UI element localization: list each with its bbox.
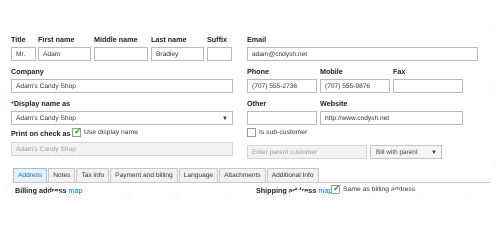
use-display-name-label: Use display name (84, 129, 139, 136)
tab-divider (13, 182, 491, 183)
other-label: Other (247, 99, 267, 108)
title-input[interactable]: Mr. (11, 47, 36, 61)
mobile-label: Mobile (320, 67, 343, 76)
website-label: Website (320, 99, 348, 108)
tab-additional-info[interactable]: Additional Info (266, 168, 319, 183)
first-name-input[interactable]: Adam (38, 47, 91, 61)
tab-attachments[interactable]: Attachments (219, 168, 266, 183)
last-name-input[interactable]: Bradley (151, 47, 204, 61)
fax-label: Fax (393, 67, 406, 76)
display-name-value: Adam's Candy Shop (16, 115, 76, 122)
tab-language[interactable]: Language (178, 168, 219, 183)
print-on-check-input[interactable]: Adam's Candy Shop (11, 142, 233, 156)
same-as-billing-label: Same as billing address (343, 186, 416, 193)
shipping-address-label: Shipping address map (256, 186, 333, 195)
other-input[interactable] (247, 111, 317, 125)
mobile-input[interactable]: (707) 555-9876 (320, 79, 390, 93)
display-name-label: *Display name as (11, 99, 71, 108)
parent-customer-input[interactable]: Enter parent customer (247, 145, 367, 159)
tab-tax-info[interactable]: Tax info (76, 168, 110, 183)
suffix-input[interactable] (207, 47, 232, 61)
chevron-down-icon: ▼ (431, 150, 437, 156)
email-label: Email (247, 35, 267, 44)
customer-form: Title First name Middle name Last name S… (6, 22, 494, 198)
company-label: Company (11, 67, 44, 76)
phone-input[interactable]: (707) 555-2736 (247, 79, 317, 93)
last-name-label: Last name (151, 35, 187, 44)
bill-with-parent-select[interactable]: Bill with parent ▼ (370, 145, 442, 159)
print-on-check-label: Print on check as (11, 129, 71, 138)
website-input[interactable]: http://www.cndysh.net (320, 111, 463, 125)
tab-notes[interactable]: Notes (48, 168, 76, 183)
display-name-select[interactable]: Adam's Candy Shop ▼ (11, 111, 233, 125)
first-name-label: First name (38, 35, 75, 44)
middle-name-label: Middle name (94, 35, 138, 44)
billing-map-link[interactable]: map (69, 186, 83, 195)
title-label: Title (11, 35, 26, 44)
company-input[interactable]: Adam's Candy Shop (11, 79, 233, 93)
checkmark-icon: ✓ (333, 183, 341, 193)
chevron-down-icon: ▼ (222, 116, 228, 122)
tab-address[interactable]: Address (13, 168, 48, 183)
fax-input[interactable] (393, 79, 463, 93)
checkmark-icon: ✓ (74, 126, 82, 136)
same-as-billing-checkbox[interactable]: ✓ (331, 183, 341, 194)
is-sub-customer-checkbox[interactable] (247, 128, 256, 137)
phone-label: Phone (247, 67, 269, 76)
suffix-label: Suffix (207, 35, 227, 44)
email-input[interactable]: adam@cndysh.net (247, 47, 478, 61)
use-display-name-checkbox[interactable]: ✓ (72, 126, 82, 137)
tab-payment-and-billing[interactable]: Payment and billing (110, 168, 178, 183)
is-sub-customer-label: Is sub-customer (259, 129, 308, 136)
middle-name-input[interactable] (94, 47, 148, 61)
bill-with-parent-label: Bill with parent (376, 149, 418, 156)
tab-bar: Address Notes Tax info Payment and billi… (13, 168, 320, 183)
billing-address-label: Billing address map (15, 186, 83, 195)
